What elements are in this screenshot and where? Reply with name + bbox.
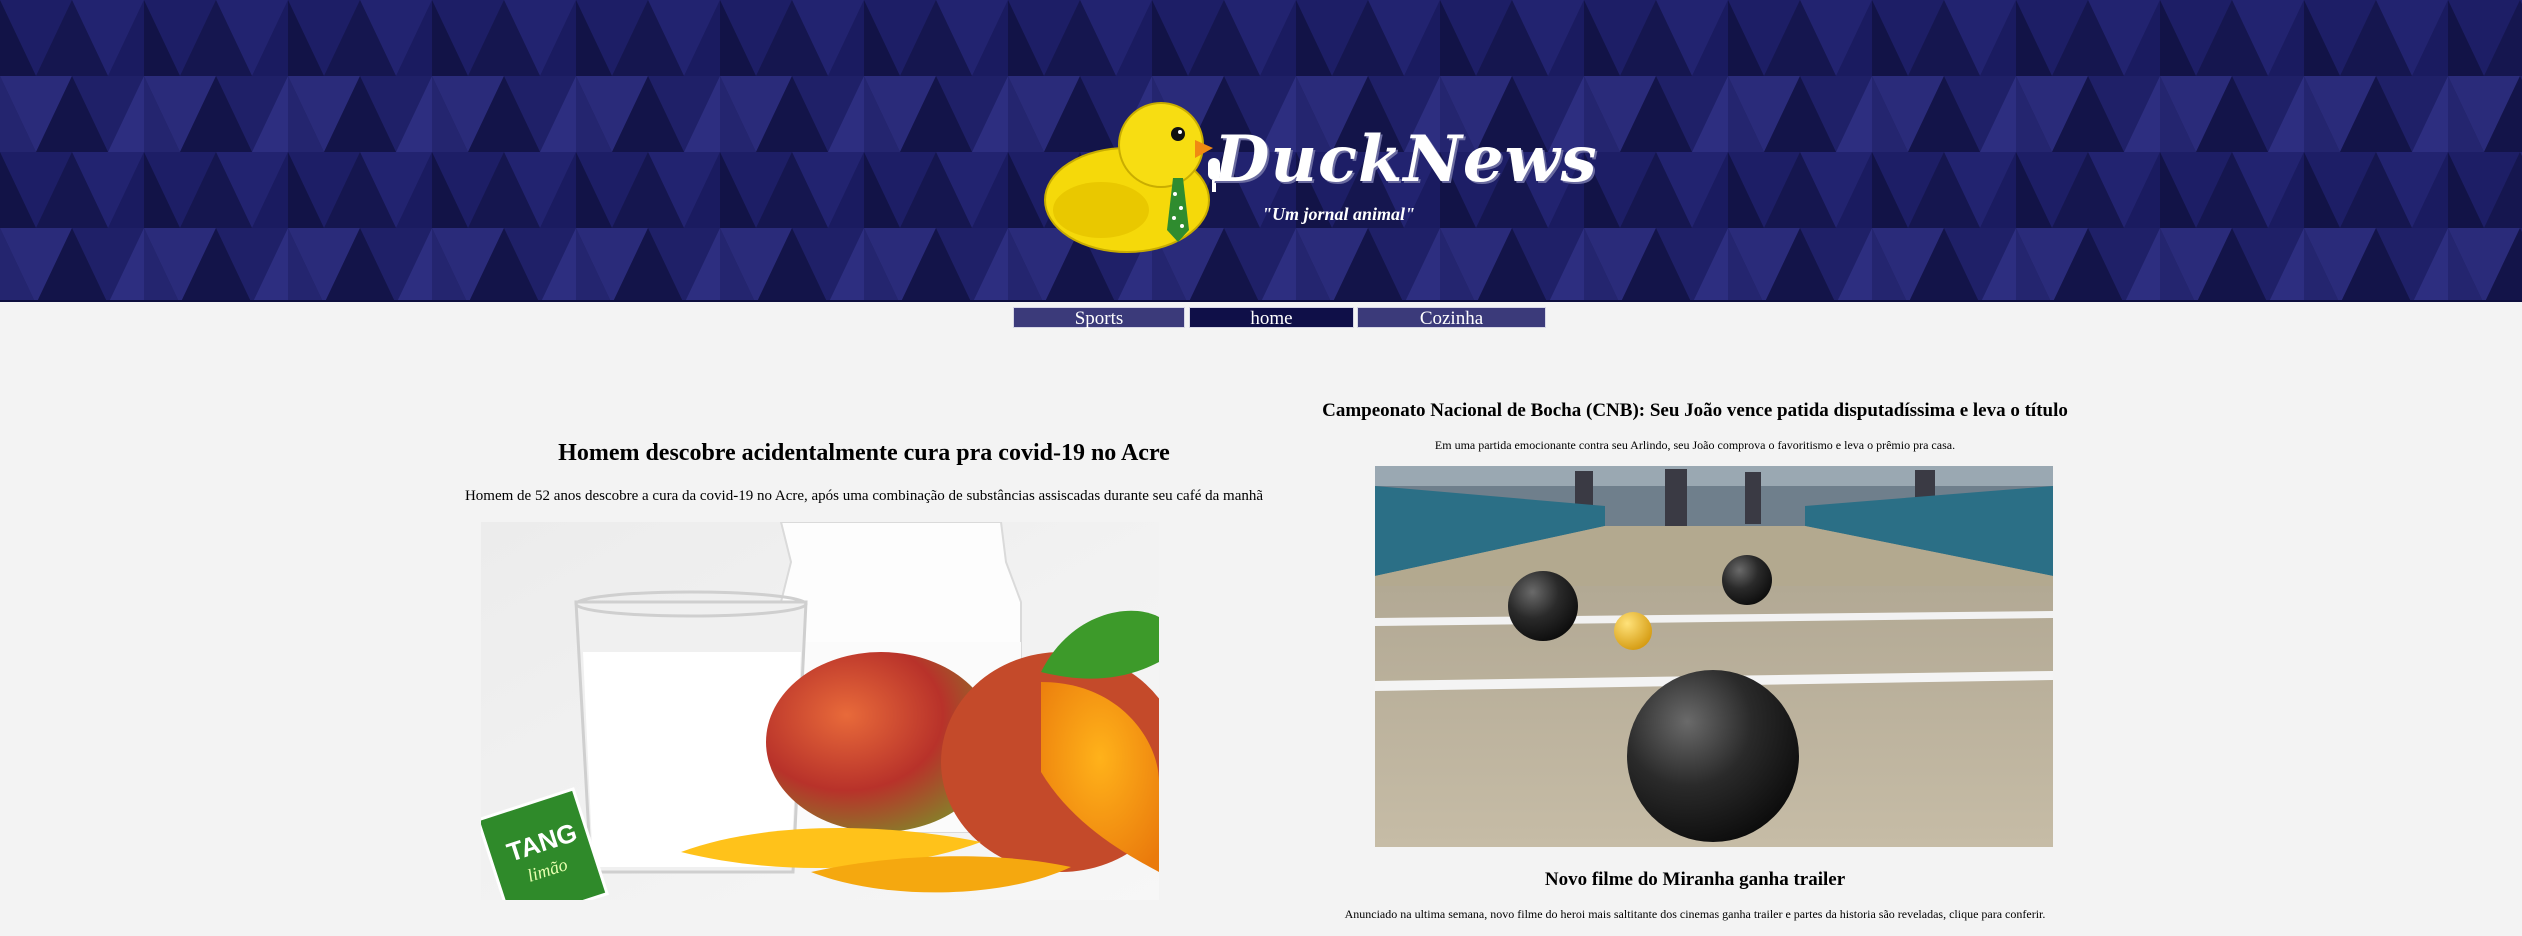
site-title[interactable]: DuckNews <box>1214 122 1598 197</box>
nav-item-home[interactable]: home <box>1189 307 1354 329</box>
header-divider <box>0 300 2522 302</box>
article-summary-miranha: Anunciado na ultima semana, novo filme d… <box>1344 907 2046 921</box>
site-tagline: "Um jornal animal" <box>1262 204 1416 224</box>
nav-item-cozinha[interactable]: Cozinha <box>1357 307 1546 329</box>
article-image-milk-mango[interactable]: TANG limão <box>481 522 1159 900</box>
article-image-bocha[interactable] <box>1375 466 2053 847</box>
article-title-covid[interactable]: Homem descobre acidentalmente cura pra c… <box>380 440 1348 467</box>
site-header: DuckNews "Um jornal animal" <box>0 0 2522 302</box>
article-summary-bocha: Em uma partida emocionante contra seu Ar… <box>1434 438 1956 452</box>
nav-item-sports[interactable]: Sports <box>1013 307 1185 329</box>
article-title-miranha[interactable]: Novo filme do Miranha ganha trailer <box>1262 869 2128 891</box>
article-title-bocha[interactable]: Campeonato Nacional de Bocha (CNB): Seu … <box>1262 400 2128 422</box>
article-summary-covid: Homem de 52 anos descobre a cura da covi… <box>464 488 1264 504</box>
